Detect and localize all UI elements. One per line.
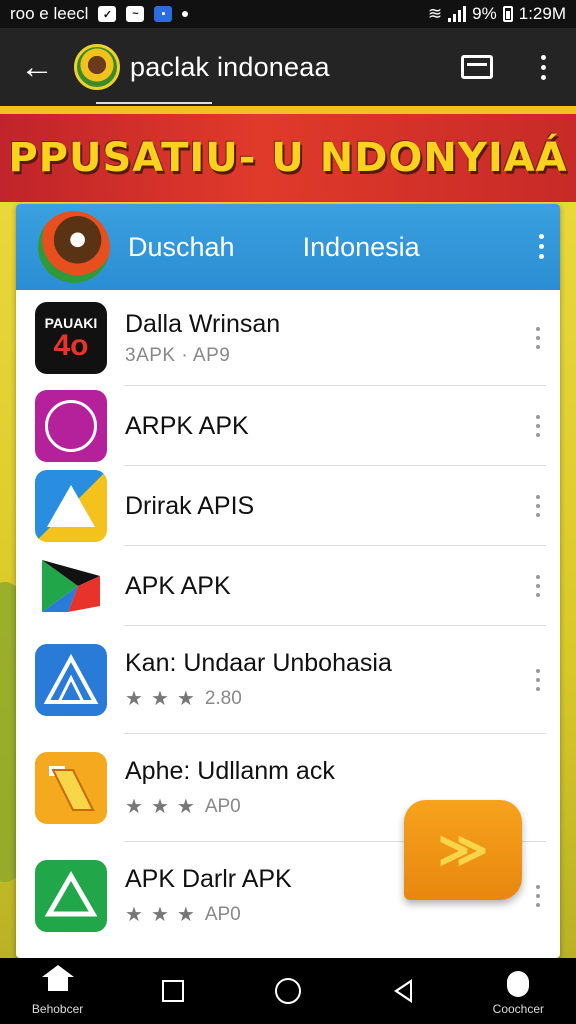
checkbox-notification-icon: ✓ <box>98 6 117 22</box>
app-logo <box>74 44 120 90</box>
mascot-icon <box>38 211 110 283</box>
nav-back-button[interactable] <box>355 973 451 1009</box>
back-arrow-icon[interactable]: ← <box>0 28 74 106</box>
nav-voice-button[interactable]: Coochcer <box>470 966 566 1016</box>
card-menu-button[interactable] <box>539 234 544 259</box>
list-item[interactable]: PAUAKI 4o Dalla Wrinsan 3APK · AP9 <box>16 290 560 386</box>
app-icon-paudaki: PAUAKI 4o <box>35 302 107 374</box>
system-nav-bar: Behobcer Coochcer <box>0 958 576 1024</box>
nav-recents-button[interactable] <box>125 973 221 1009</box>
triangle-outline-icon <box>43 654 99 704</box>
overflow-menu-button[interactable] <box>510 28 576 106</box>
compass-icon <box>45 400 97 452</box>
banner-text: PPUSATIU- U NDONYIAÁ <box>8 135 568 181</box>
app-icon-number: 4o <box>53 329 89 362</box>
app-notification-icon: ▪ <box>154 6 173 22</box>
nav-home-button[interactable]: Behobcer <box>10 965 106 1016</box>
list-item[interactable]: Kan: Undaar Unbohasia ★ ★ ★ 2.80 <box>16 626 560 734</box>
star-icon: ★ <box>125 904 143 926</box>
microphone-icon <box>507 971 530 997</box>
title-underline <box>96 102 212 104</box>
app-icon-triangle <box>35 470 107 542</box>
rating: ★ ★ ★ AP0 <box>125 794 335 819</box>
item-menu-button[interactable] <box>536 669 540 691</box>
chevron-right-icon: ≫ <box>437 824 489 877</box>
app-name: APK APK <box>125 571 231 600</box>
rating-value: AP0 <box>204 903 241 925</box>
rating: ★ ★ ★ AP0 <box>125 902 292 927</box>
app-icon-compass <box>35 390 107 462</box>
more-vert-icon <box>536 415 540 437</box>
star-icon: ★ <box>125 688 143 710</box>
nav-home-label: Behobcer <box>31 1002 84 1016</box>
triangle-icon <box>47 485 95 527</box>
more-vert-icon <box>539 234 544 259</box>
list-item[interactable]: ARPK APK <box>16 386 560 466</box>
item-menu-button[interactable] <box>536 327 540 349</box>
list-item[interactable]: Drirak APIS <box>16 466 560 546</box>
app-icon-blue-triangle <box>35 644 107 716</box>
app-icon-play <box>35 550 107 622</box>
floating-action-button[interactable]: ≫ <box>404 800 522 900</box>
item-menu-button[interactable] <box>536 885 540 907</box>
app-name: ARPK APK <box>125 411 249 440</box>
item-menu-button[interactable] <box>536 495 540 517</box>
app-name: Aphe: Udllanm ack <box>125 757 335 785</box>
star-icon: ★ <box>150 688 169 710</box>
app-title: paclak indoneaa <box>130 51 330 82</box>
item-menu-button[interactable] <box>536 415 540 437</box>
promo-banner: PPUSATIU- U NDONYIAÁ <box>0 106 576 202</box>
signal-icon <box>448 6 467 22</box>
chart-notification-icon: ~ <box>126 6 145 22</box>
folder-icon <box>461 55 493 79</box>
folder-stripe-icon <box>49 766 95 811</box>
star-icon: ★ <box>176 796 195 818</box>
status-bar: roo e leecl ✓ ~ ▪ ≋ 9% 1:29M <box>0 0 576 28</box>
card-header-left-title[interactable]: Duschah <box>128 232 235 263</box>
star-icon: ★ <box>176 904 195 926</box>
home-icon <box>41 965 74 995</box>
star-icon: ★ <box>150 796 169 818</box>
nav-circle-button[interactable] <box>240 973 336 1009</box>
app-icon-green-recycle <box>35 860 107 932</box>
recycle-triangle-icon <box>44 871 98 917</box>
rating-value: AP0 <box>204 795 241 817</box>
rating: ★ ★ ★ 2.80 <box>125 686 392 711</box>
card-header: Duschah Indonesia <box>16 204 560 290</box>
list-item[interactable]: APK APK <box>16 546 560 626</box>
play-store-icon <box>42 560 100 612</box>
more-vert-icon <box>536 575 540 597</box>
more-notifications-icon <box>182 11 189 17</box>
rating-value: 2.80 <box>204 687 242 709</box>
nav-voice-label: Coochcer <box>492 1002 545 1016</box>
clock: 1:29M <box>518 4 566 23</box>
more-vert-icon <box>536 885 540 907</box>
more-vert-icon <box>536 495 540 517</box>
more-vert-icon <box>540 54 546 80</box>
app-bar: ← paclak indoneaa <box>0 28 576 106</box>
folder-button[interactable] <box>444 28 510 106</box>
star-icon: ★ <box>150 904 169 926</box>
card-header-right-title[interactable]: Indonesia <box>303 232 420 263</box>
star-icon: ★ <box>125 796 143 818</box>
app-icon-orange <box>35 752 107 824</box>
status-left-text: roo e leecl <box>10 4 89 23</box>
back-triangle-icon <box>394 979 413 1003</box>
more-vert-icon <box>536 669 540 691</box>
battery-icon <box>502 6 513 22</box>
star-icon: ★ <box>176 688 195 710</box>
app-name: APK Darlr APK <box>125 865 292 893</box>
app-name: Dalla Wrinsan <box>125 309 281 338</box>
wifi-icon: ≋ <box>427 4 443 23</box>
item-menu-button[interactable] <box>536 575 540 597</box>
app-subtitle: 3APK · AP9 <box>125 344 231 366</box>
recents-square-icon <box>161 980 184 1002</box>
app-name: Drirak APIS <box>125 491 255 520</box>
home-circle-icon <box>274 978 301 1004</box>
app-name: Kan: Undaar Unbohasia <box>125 649 392 677</box>
battery-percent: 9% <box>472 4 497 23</box>
more-vert-icon <box>536 327 540 349</box>
